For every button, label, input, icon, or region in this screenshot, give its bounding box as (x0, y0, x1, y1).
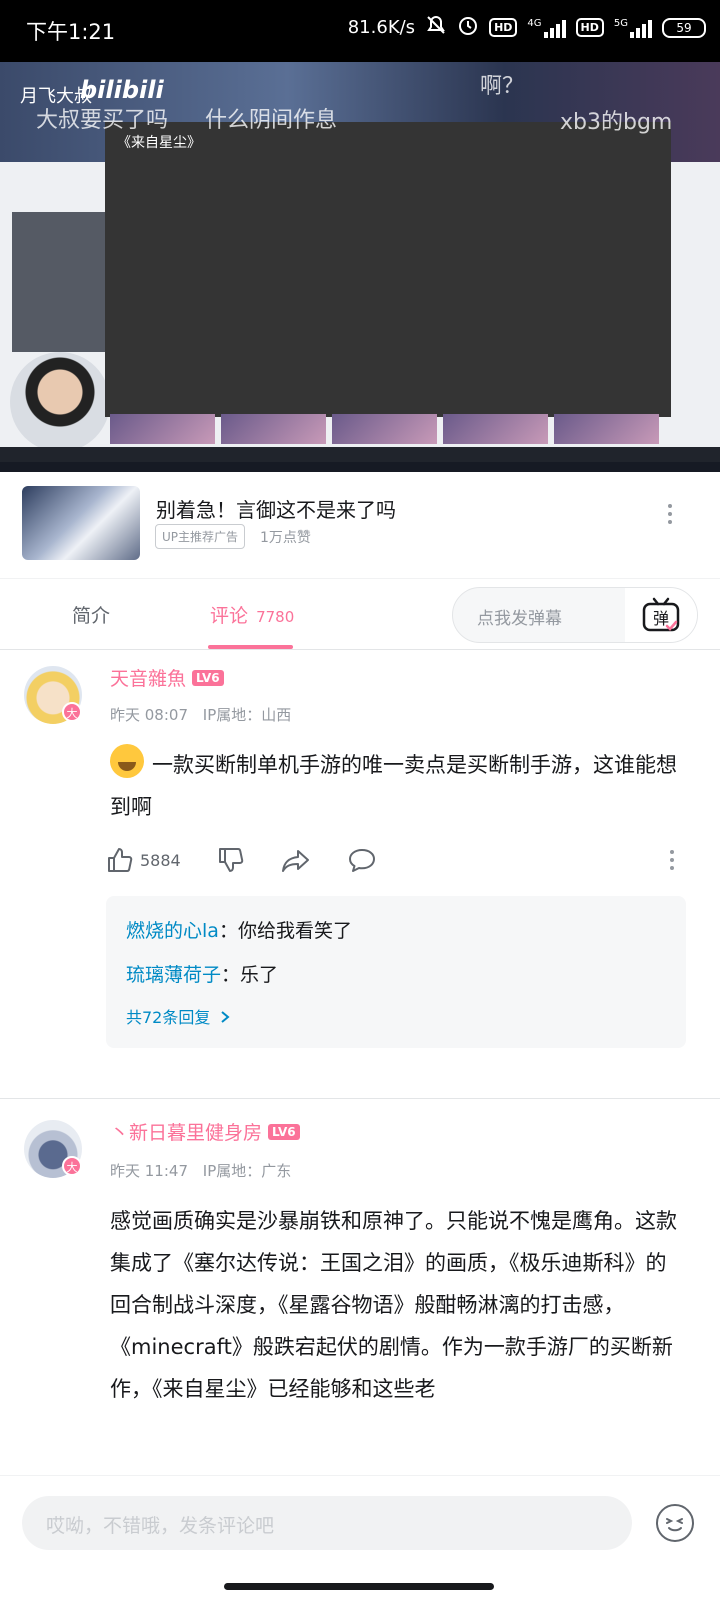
comment-username[interactable]: 丶新日暮里健身房 LV6 (110, 1118, 300, 1145)
comment-input[interactable]: 哎呦，不错哦，发条评论吧 (22, 1496, 632, 1550)
comment-text: 感觉画质确实是沙暴崩铁和原神了。只能说不愧是鹰角。这款集成了《塞尔达传说：王国之… (110, 1209, 677, 1401)
ad-card[interactable]: 别着急！言御这不是来了吗 UP主推荐广告 1万点赞 (0, 472, 720, 572)
comment-username-text: 天音雜魚 (110, 668, 187, 690)
ad-thumbnail[interactable] (22, 486, 140, 560)
taskbar (0, 447, 720, 462)
reply-button[interactable] (347, 846, 377, 874)
tab-bar: 简介 评论 7780 点我发弹幕 弹 (0, 578, 720, 650)
comment-ip-location: 广东 (261, 1162, 292, 1180)
bilibili-logo: bilibili (80, 76, 164, 104)
level-badge: LV6 (192, 670, 224, 686)
danmaku-input[interactable]: 点我发弹幕 弹 (452, 587, 698, 643)
ad-more-icon[interactable] (666, 504, 674, 524)
ad-title[interactable]: 别着急！言御这不是来了吗 (156, 494, 396, 523)
dislike-button[interactable] (217, 846, 245, 874)
share-button[interactable] (281, 846, 311, 874)
comment-input-placeholder: 哎呦，不错哦，发条评论吧 (46, 1515, 275, 1537)
comment-time: 昨天 11:47 (110, 1162, 188, 1180)
avatar-badge: 大 (62, 702, 82, 722)
comment-bar: 哎呦，不错哦，发条评论吧 (0, 1475, 720, 1600)
chat-panel (12, 212, 112, 352)
status-icons: 81.6K/s HD 4G HD 5G 59 (348, 14, 706, 41)
reply-username[interactable]: 燃烧的心la (126, 920, 219, 942)
net-type-1: 4G (527, 17, 542, 29)
comment-actions: 5884 (106, 846, 413, 874)
danmaku-text: 什么阴间作息 (205, 108, 338, 133)
video-player[interactable]: 月飞大叔 bilibili 《来自星尘》 啊？ 什么阴间作息 xb3的bgm 大… (0, 62, 720, 472)
hd-badge-2: HD (575, 18, 604, 37)
comment-meta: 昨天 11:47 IP属地：广东 (110, 1160, 291, 1181)
danmaku-tv-icon: 弹 (642, 597, 680, 632)
game-window: 《来自星尘》 (105, 122, 671, 417)
chevron-right-icon (221, 1011, 231, 1023)
danmaku-send-button[interactable]: 弹 (625, 588, 697, 642)
hd-badge-1: HD (489, 18, 518, 37)
comment-meta: 昨天 08:07 IP属地：山西 (110, 704, 291, 725)
signal-4g-icon: 4G (527, 17, 566, 38)
comment-ip-label: IP属地： (202, 1162, 262, 1180)
danmaku-text: 大叔要买了吗 (36, 108, 169, 133)
comment-content[interactable]: 一款买断制单机手游的唯一卖点是买断制手游，这谁能想到啊 (110, 744, 680, 828)
comment-bubble-icon (348, 849, 375, 872)
status-bar: 下午1:21 81.6K/s HD 4G HD 5G 59 (0, 0, 720, 62)
comment-ip-label: IP属地： (202, 706, 262, 724)
like-button[interactable]: 5884 (106, 846, 181, 874)
comment-content[interactable]: 感觉画质确实是沙暴崩铁和原神了。只能说不愧是鹰角。这款集成了《塞尔达传说：王国之… (110, 1200, 680, 1410)
level-badge: LV6 (268, 1124, 300, 1140)
ad-tag: UP主推荐广告 (155, 524, 246, 549)
thumbs-up-icon (108, 848, 133, 872)
tab-comments-label: 评论 (210, 605, 249, 627)
share-icon (281, 850, 309, 872)
network-speed: 81.6K/s (347, 17, 416, 38)
alarm-icon (457, 14, 479, 41)
smiley-icon (666, 1518, 683, 1532)
danmaku-text: 啊？ (480, 74, 525, 99)
comment-item: 大 丶新日暮里健身房 LV6 昨天 11:47 IP属地：广东 感觉画质确实是沙暴… (0, 1098, 720, 1475)
tab-active-indicator (208, 645, 293, 649)
webcam-overlay (10, 352, 110, 452)
reply-preview[interactable]: 燃烧的心la：你给我看笑了 琉璃薄荷子：乐了 共72条回复 (106, 896, 686, 1048)
laughing-crying-emoji-icon (110, 744, 144, 778)
game-window-title: 《来自星尘》 (117, 135, 201, 151)
danmaku-placeholder: 点我发弹幕 (477, 609, 562, 629)
comment-ip-location: 山西 (261, 706, 292, 724)
comment-username-text: 丶新日暮里健身房 (110, 1122, 263, 1144)
like-count: 5884 (140, 850, 181, 870)
comment-text: 一款买断制单机手游的唯一卖点是买断制手游，这谁能想到啊 (110, 753, 677, 819)
reply-item: 燃烧的心la：你给我看笑了 (126, 920, 352, 942)
comment-username[interactable]: 天音雜魚 LV6 (110, 664, 224, 691)
reply-username[interactable]: 琉璃薄荷子 (126, 964, 221, 986)
comment-time: 昨天 08:07 (110, 706, 188, 724)
battery-icon: 59 (662, 17, 706, 38)
tab-intro[interactable]: 简介 (72, 601, 110, 628)
ad-likes: 1万点赞 (260, 530, 311, 546)
avatar-badge: 大 (62, 1156, 82, 1176)
status-time: 下午1:21 (26, 20, 116, 44)
home-indicator[interactable] (224, 1583, 494, 1590)
reply-text: 乐了 (240, 964, 279, 986)
thumbnail-strip (110, 414, 659, 444)
tab-comments[interactable]: 评论 7780 (210, 601, 294, 628)
signal-5g-icon: 5G (614, 18, 652, 38)
view-replies-link[interactable]: 共72条回复 (126, 1004, 231, 1028)
comment-more-icon[interactable] (668, 850, 676, 870)
reply-item: 琉璃薄荷子：乐了 (126, 964, 279, 986)
reply-text: 你给我看笑了 (237, 920, 352, 942)
comment-item: 大 天音雜魚 LV6 昨天 08:07 IP属地：山西 一款买断制单机手游的唯一卖… (0, 650, 720, 1080)
reply-count-text: 共72条回复 (126, 1008, 211, 1027)
thumbs-down-icon (218, 848, 243, 872)
tab-comments-count: 7780 (256, 608, 295, 626)
danmaku-text: xb3的bgm (560, 110, 673, 135)
mute-icon (425, 14, 447, 41)
net-type-2: 5G (613, 17, 628, 29)
emoji-button[interactable] (656, 1504, 694, 1542)
